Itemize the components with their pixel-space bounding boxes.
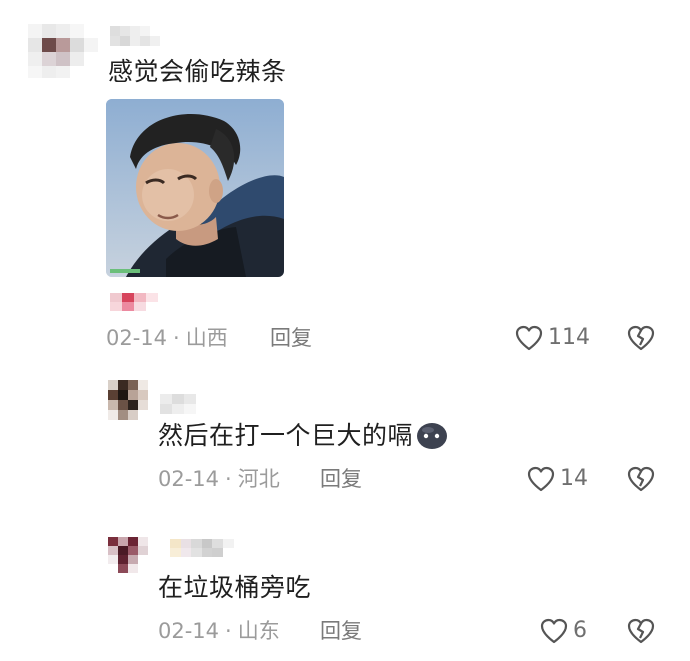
separator: ·: [173, 326, 180, 350]
comment-meta: 02-14 · 山西: [106, 325, 228, 351]
broken-heart-icon[interactable]: [627, 618, 655, 644]
avatar[interactable]: [108, 537, 148, 573]
reply-button[interactable]: 回复: [320, 618, 362, 644]
comment-date: 02-14: [158, 467, 220, 491]
reply-button[interactable]: 回复: [270, 325, 312, 351]
username[interactable]: [160, 394, 196, 414]
heart-outline-icon[interactable]: [527, 466, 555, 492]
separator: ·: [225, 467, 232, 491]
separator: ·: [225, 619, 232, 643]
broken-heart-icon[interactable]: [627, 466, 655, 492]
comment-meta: 02-14 · 山东: [158, 618, 280, 644]
comment-text: 在垃圾桶旁吃: [158, 573, 312, 602]
comment-location: 河北: [237, 467, 280, 491]
like-count: 114: [548, 325, 590, 350]
avatar[interactable]: [28, 24, 98, 78]
sticker-tag: [110, 293, 158, 311]
heart-outline-icon[interactable]: [515, 325, 543, 351]
avatar[interactable]: [108, 380, 148, 420]
comment-text: 感觉会偷吃辣条: [108, 57, 287, 86]
comment-text-content: 然后在打一个巨大的嗝: [158, 421, 414, 450]
comment-location: 山东: [237, 619, 280, 643]
sticker-image[interactable]: [106, 99, 284, 277]
like-count: 6: [573, 618, 587, 643]
heart-outline-icon[interactable]: [540, 618, 568, 644]
reply-button[interactable]: 回复: [320, 466, 362, 492]
broken-heart-icon[interactable]: [627, 325, 655, 351]
like-count: 14: [560, 466, 588, 491]
username[interactable]: [110, 26, 160, 46]
comment-text: 然后在打一个巨大的嗝: [158, 420, 449, 451]
person-photo-icon: [106, 99, 284, 277]
comment-thread: 感觉会偷吃辣条 02-14 · 山西 回复 114 然后在打一个巨大的嗝 02-…: [0, 0, 690, 661]
username[interactable]: [170, 539, 234, 557]
dark-blob-emoji-icon: [415, 420, 449, 450]
comment-location: 山西: [185, 326, 228, 350]
comment-date: 02-14: [106, 326, 168, 350]
comment-date: 02-14: [158, 619, 220, 643]
comment-meta: 02-14 · 河北: [158, 466, 280, 492]
